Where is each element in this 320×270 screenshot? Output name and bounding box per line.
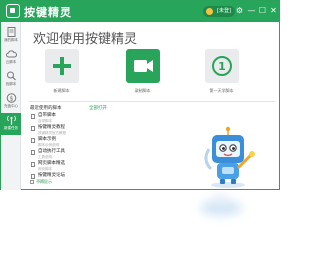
- record-script-card[interactable]: 录制脚本: [120, 49, 165, 99]
- sidebar-item-label: 我的脚本: [4, 38, 18, 42]
- minimize-button[interactable]: —: [246, 5, 257, 17]
- app-logo-icon: [6, 4, 20, 18]
- list-item[interactable]: 按键精灵教程 按键精灵官方教程: [31, 125, 191, 137]
- doc-icon: [7, 27, 15, 37]
- file-icon: [31, 162, 35, 167]
- list-item-subtitle: 论坛: [38, 179, 45, 183]
- cloud-icon: [5, 50, 17, 58]
- list-item[interactable]: 脚本示例 脚本示例说明: [31, 137, 191, 149]
- learn-script-label: 第一天学脚本: [209, 88, 234, 93]
- checkbox-icon[interactable]: [30, 180, 34, 184]
- recent-scripts-list: 自带脚本 自带脚本 按键精灵教程 按键精灵官方教程 脚本示例 脚本示例说明 自动执行工…: [31, 113, 191, 185]
- svg-text:1: 1: [218, 60, 226, 73]
- learn-script-tile[interactable]: 1: [204, 49, 239, 83]
- list-item[interactable]: 自带脚本 自带脚本: [31, 113, 191, 125]
- list-item-subtitle: 网页脚本: [38, 167, 52, 171]
- list-item[interactable]: 按键精灵论坛 论坛: [31, 173, 191, 185]
- record-script-tile[interactable]: [125, 49, 160, 83]
- learn-script-card[interactable]: 1 第一天学脚本: [199, 49, 244, 99]
- sidebar-item-recharge[interactable]: $ 充值中心: [1, 91, 21, 113]
- search-icon: [6, 71, 16, 81]
- file-icon: [31, 150, 35, 155]
- list-item-subtitle: 按键精灵官方教程: [38, 131, 66, 135]
- dont-show-again-label: 不再显示: [36, 179, 52, 184]
- plus-icon: [52, 57, 71, 75]
- list-item[interactable]: 网页脚本精选 网页脚本: [31, 161, 191, 173]
- new-script-tile[interactable]: [44, 49, 79, 83]
- sidebar-item-my-scripts[interactable]: 我的脚本: [1, 25, 21, 47]
- section-divider: [29, 101, 275, 102]
- app-window: 按键精灵 [未登] ⚙ — ☐ ✕ 我的脚本 云脚本 找脚本 $ 充值中心 新建…: [0, 0, 280, 190]
- new-script-card[interactable]: 新建脚本: [39, 49, 84, 99]
- sidebar-item-new-task[interactable]: 新建任务: [1, 113, 21, 135]
- settings-button[interactable]: ⚙: [234, 5, 245, 17]
- dont-show-again-checkbox[interactable]: 不再显示: [30, 179, 52, 185]
- file-icon: [31, 126, 35, 131]
- close-button[interactable]: ✕: [268, 5, 279, 17]
- list-item[interactable]: 自动执行工具 工具说明: [31, 149, 191, 161]
- antenna-icon: [6, 115, 16, 125]
- sidebar: 我的脚本 云脚本 找脚本 $ 充值中心 新建任务: [1, 22, 21, 190]
- svg-text:$: $: [9, 94, 13, 102]
- sidebar-item-label: 新建任务: [4, 126, 18, 130]
- video-icon: [133, 60, 153, 72]
- open-all-link[interactable]: 全部打开: [89, 105, 107, 111]
- dollar-icon: $: [6, 93, 16, 103]
- new-script-label: 新建脚本: [53, 88, 70, 93]
- user-login-button[interactable]: [未登]: [203, 6, 235, 17]
- sidebar-item-label: 云脚本: [5, 60, 17, 64]
- sidebar-item-label: 找脚本: [5, 82, 17, 86]
- record-script-label: 录制脚本: [134, 88, 151, 93]
- user-avatar-icon: [206, 8, 213, 15]
- sidebar-item-label: 充值中心: [4, 104, 18, 108]
- list-item-subtitle: 工具说明: [38, 155, 52, 159]
- list-item-subtitle: 脚本示例说明: [38, 143, 59, 147]
- sidebar-item-cloud[interactable]: 云脚本: [1, 47, 21, 69]
- user-login-label: [未登]: [217, 8, 231, 14]
- number-one-icon: 1: [211, 56, 232, 76]
- title-bar: 按键精灵 [未登] ⚙ — ☐ ✕: [1, 1, 279, 22]
- file-icon: [31, 114, 35, 119]
- blurred-area: [212, 196, 228, 204]
- welcome-heading: 欢迎使用按键精灵: [33, 32, 138, 47]
- file-icon: [31, 138, 35, 143]
- recent-scripts-heading: 最近使用的脚本: [30, 106, 62, 111]
- app-title: 按键精灵: [24, 6, 72, 19]
- mascot-robot-icon: [204, 126, 255, 188]
- list-item-subtitle: 自带脚本: [38, 119, 52, 123]
- sidebar-item-find[interactable]: 找脚本: [1, 69, 21, 91]
- maximize-button[interactable]: ☐: [257, 5, 268, 17]
